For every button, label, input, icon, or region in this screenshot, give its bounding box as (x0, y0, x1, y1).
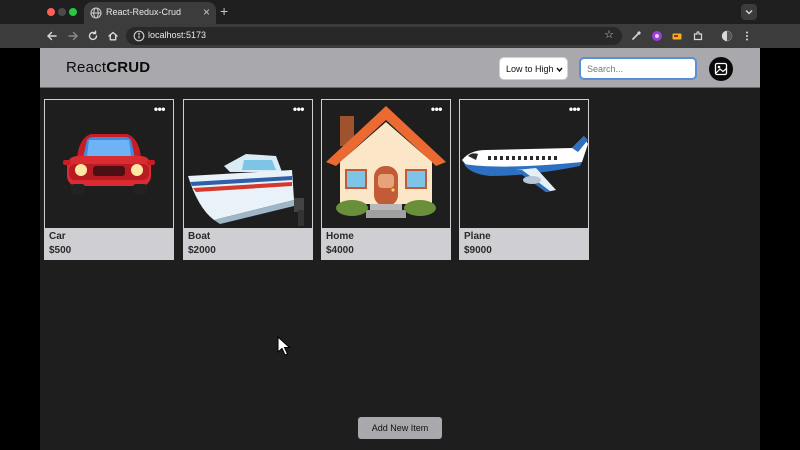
item-image (322, 100, 450, 228)
house-icon (326, 106, 446, 218)
logo-text-crud: CRUD (106, 59, 151, 76)
back-arrow-icon[interactable] (46, 30, 58, 42)
item-price: $9000 (464, 245, 492, 256)
page-viewport: ReactCRUD Low to High Search... ••• Car … (40, 48, 760, 450)
search-input[interactable] (579, 57, 697, 80)
user-avatar[interactable] (709, 57, 733, 81)
minimize-window-button[interactable] (58, 8, 66, 16)
puzzle-extensions-icon[interactable] (692, 30, 704, 42)
item-image (184, 100, 312, 228)
tab-search-button[interactable] (741, 4, 757, 20)
item-image (45, 100, 173, 228)
car-icon (63, 134, 155, 194)
more-vertical-icon[interactable] (741, 30, 753, 42)
item-card[interactable]: ••• Car $500 (44, 99, 174, 260)
bookmark-star-icon[interactable]: ☆ (604, 28, 614, 42)
purple-extension-icon[interactable] (651, 30, 663, 42)
card-info: Plane $9000 (460, 228, 588, 259)
browser-tab-active[interactable]: React-Redux-Crud × (84, 2, 216, 24)
card-menu-icon[interactable]: ••• (431, 103, 443, 115)
item-card[interactable]: ••• Plane $9000 (459, 99, 589, 260)
sort-selected-value: Low to High (506, 64, 554, 74)
card-menu-icon[interactable]: ••• (154, 103, 166, 115)
card-menu-icon[interactable]: ••• (569, 103, 581, 115)
folder-extension-icon[interactable] (671, 30, 683, 42)
add-new-item-button[interactable]: Add New Item (358, 417, 442, 439)
globe-icon (90, 7, 102, 19)
item-price: $2000 (188, 245, 216, 256)
site-info-icon[interactable] (133, 30, 145, 42)
home-icon[interactable] (107, 30, 119, 42)
image-icon (714, 62, 728, 76)
maximize-window-button[interactable] (69, 8, 77, 16)
sort-dropdown[interactable]: Low to High (499, 57, 568, 80)
chevron-down-icon (745, 9, 753, 15)
airplane-icon (462, 136, 588, 192)
new-tab-button[interactable]: + (220, 4, 228, 18)
logo-text-react: React (66, 59, 107, 76)
close-window-button[interactable] (47, 8, 55, 16)
forward-arrow-icon[interactable] (67, 30, 79, 42)
card-info: Car $500 (45, 228, 173, 259)
reload-icon[interactable] (87, 30, 99, 42)
item-name: Plane (464, 231, 491, 242)
close-tab-icon[interactable]: × (203, 5, 210, 19)
app-logo[interactable]: ReactCRUD (66, 59, 150, 76)
item-name: Car (49, 231, 66, 242)
item-image (460, 100, 588, 228)
card-info: Home $4000 (322, 228, 450, 259)
app-header: ReactCRUD Low to High (40, 48, 760, 88)
item-name: Boat (188, 231, 211, 242)
card-menu-icon[interactable]: ••• (293, 103, 305, 115)
eyedropper-extension-icon[interactable] (630, 30, 642, 42)
profile-avatar-icon[interactable] (721, 30, 733, 42)
boat-icon (188, 154, 304, 226)
chevron-down-icon (556, 67, 563, 73)
item-card[interactable]: ••• Home $4000 (321, 99, 451, 260)
address-bar[interactable]: localhost:5173 ☆ (126, 27, 622, 45)
browser-toolbar: localhost:5173 ☆ (0, 24, 800, 48)
mouse-cursor-icon (277, 336, 291, 356)
item-card[interactable]: ••• Boat $2000 (183, 99, 313, 260)
browser-tab-bar: React-Redux-Crud × + (0, 0, 800, 24)
url-text: localhost:5173 (148, 30, 207, 40)
item-price: $4000 (326, 245, 354, 256)
item-price: $500 (49, 245, 72, 256)
card-info: Boat $2000 (184, 228, 312, 259)
tab-title: React-Redux-Crud (106, 7, 182, 17)
item-name: Home (326, 231, 354, 242)
